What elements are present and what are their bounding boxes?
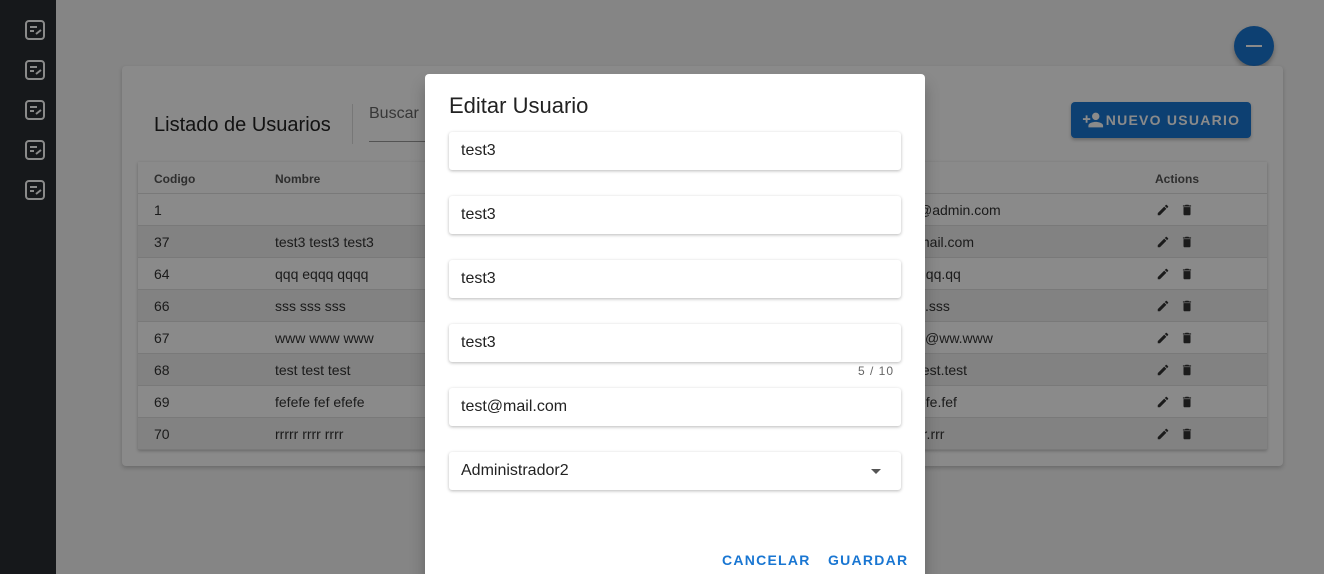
password-field[interactable] [449,324,901,362]
first-name-field[interactable] [449,132,901,170]
last-name-field[interactable] [449,260,901,298]
edit-user-dialog: Editar Usuario 5 / 10 Administrador2 CAN… [425,74,925,574]
dialog-title: Editar Usuario [449,93,589,118]
last-name-input[interactable] [449,260,901,298]
middle-name-input[interactable] [449,196,901,234]
role-select[interactable]: Administrador2 [449,452,901,490]
cancel-button[interactable]: CANCELAR [722,552,811,568]
save-button[interactable]: GUARDAR [828,552,908,568]
password-input[interactable] [449,324,901,362]
role-value: Administrador2 [461,462,569,479]
dropdown-arrow-icon[interactable] [871,469,881,474]
char-counter: 5 / 10 [858,364,895,378]
middle-name-field[interactable] [449,196,901,234]
email-input[interactable] [449,388,901,426]
first-name-input[interactable] [449,132,901,170]
email-field[interactable] [449,388,901,426]
